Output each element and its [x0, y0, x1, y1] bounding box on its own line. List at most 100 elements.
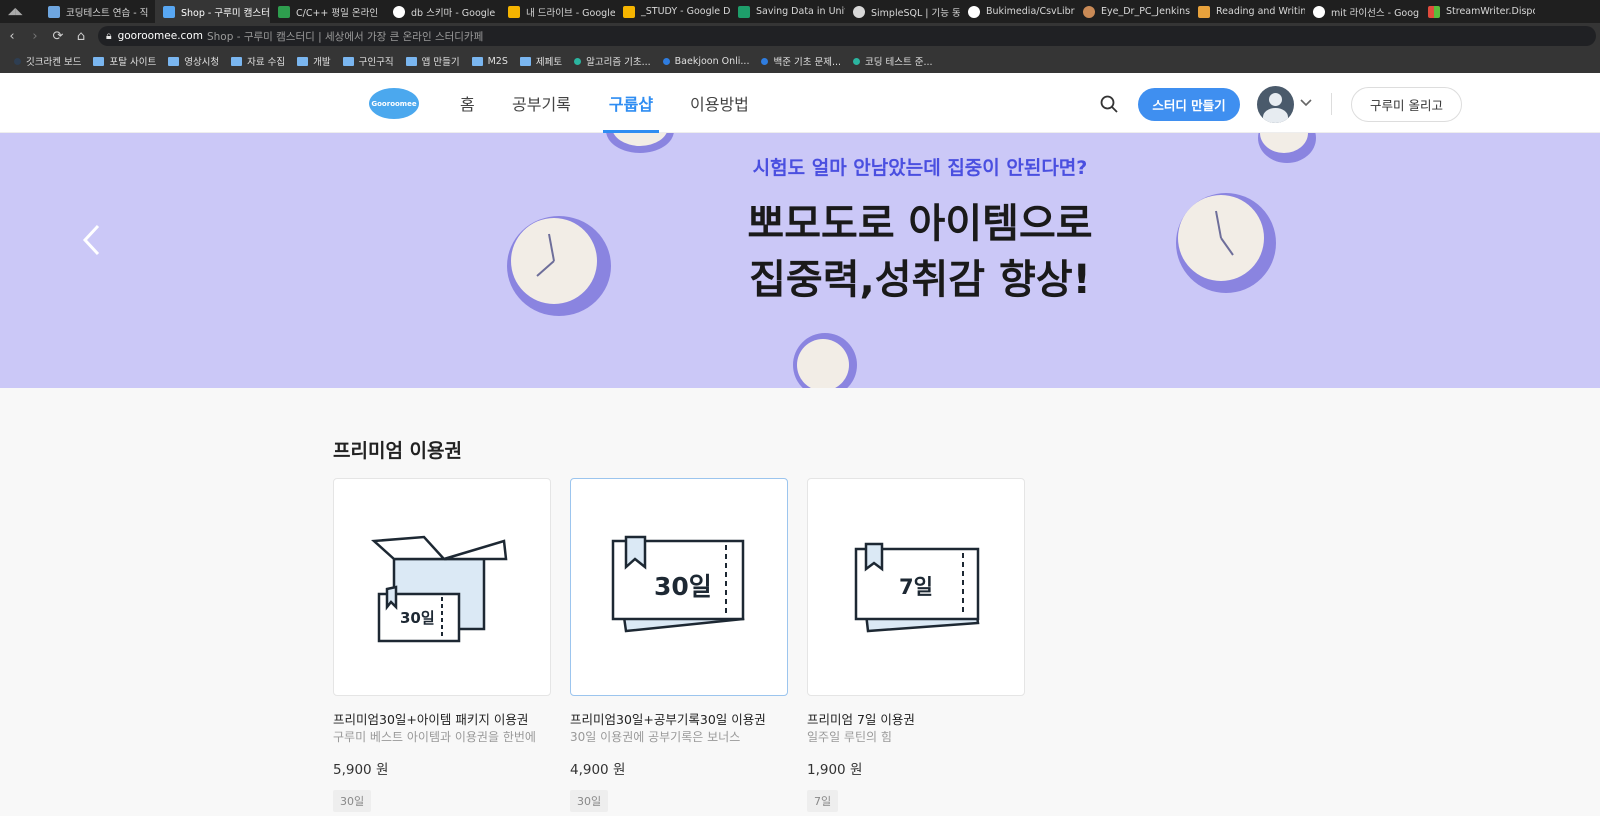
- clock-face: [1260, 133, 1308, 153]
- product-card[interactable]: 30일: [570, 478, 788, 696]
- bookmark-item[interactable]: 깃크라켄 보드: [14, 54, 81, 68]
- folder-icon: [93, 56, 105, 66]
- bookmark-label: 깃크라켄 보드: [26, 57, 82, 68]
- product-duration-tag: 30일: [333, 790, 372, 812]
- bookmark-favicon-icon: [662, 57, 670, 65]
- bookmark-label: M2S: [487, 55, 508, 67]
- product-name[interactable]: 프리미엄30일+공부기록30일 이용권: [570, 709, 766, 728]
- bookmark-label: Baekjoon Onli...: [674, 55, 750, 67]
- browser-tab-active[interactable]: Shop - 구루미 캠스터: [155, 0, 270, 23]
- banner-prev-arrow-icon[interactable]: [80, 223, 102, 257]
- bookmark-item[interactable]: 영상시청: [168, 54, 219, 68]
- product-desc: 일주일 루틴의 힘: [807, 730, 892, 744]
- bookmark-label: 알고리즘 기초...: [586, 57, 651, 68]
- bookmark-label: 포탈 사이트: [109, 57, 157, 68]
- clock-icon: [793, 333, 857, 388]
- bookmark-item[interactable]: 백준 기초 문제...: [761, 54, 841, 68]
- url-field[interactable]: 🔒︎ gooroomee.com Shop - 구루미 캠스터디 | 세상에서 …: [98, 26, 1596, 46]
- bookmark-item[interactable]: 개발: [297, 54, 331, 68]
- avatar[interactable]: [1257, 86, 1294, 123]
- menu-study-record[interactable]: 공부기록: [512, 73, 571, 133]
- create-study-button[interactable]: 스터디 만들기: [1138, 88, 1240, 121]
- folder-icon: [168, 56, 180, 66]
- url-page-title: Shop - 구루미 캠스터디 | 세상에서 가장 큰 온라인 스터디카페: [206, 30, 484, 43]
- tab-favicon-icon: [48, 5, 60, 18]
- product-desc: 30일 이용권에 공부기록은 보너스: [570, 730, 741, 744]
- product-card[interactable]: 30일: [333, 478, 551, 696]
- bookmark-item[interactable]: 포탈 사이트: [93, 54, 156, 68]
- bookmark-label: 백준 기초 문제...: [773, 57, 842, 68]
- browser-tab[interactable]: SimpleSQL | 기능 동: [845, 0, 960, 23]
- browser-tab[interactable]: 코딩테스트 연습 - 직: [40, 0, 155, 23]
- tab-favicon-icon: [1198, 5, 1210, 18]
- bookmark-favicon-icon: [14, 57, 21, 65]
- bookmark-favicon-icon: [853, 57, 861, 65]
- menu-shop-label: 구룹샵: [608, 95, 654, 114]
- forward-icon[interactable]: ›: [24, 25, 46, 47]
- menu-how-to-use[interactable]: 이용방법: [690, 73, 749, 133]
- clock-hands-icon: [536, 233, 555, 277]
- avatar-head: [1269, 93, 1282, 106]
- browser-tab[interactable]: db 스키마 - Google: [385, 0, 500, 23]
- section-title: 프리미엄 이용권: [333, 440, 462, 462]
- bookmark-item[interactable]: 구인구직: [342, 54, 394, 68]
- banner-title: 뽀모도로 아이템으로 집중력,성취감 향상!: [660, 196, 1180, 308]
- header-divider: [1331, 93, 1332, 115]
- menu-home[interactable]: 홈: [460, 73, 475, 133]
- chevron-down-icon[interactable]: [1299, 96, 1313, 110]
- google-icon: [393, 5, 405, 18]
- product-price: 4,900 원: [570, 762, 626, 778]
- back-icon[interactable]: ‹: [1, 25, 23, 47]
- search-icon[interactable]: [1099, 94, 1119, 114]
- product-price: 5,900 원: [333, 762, 389, 778]
- clock-icon: [606, 133, 674, 153]
- browser-tab[interactable]: Eye_Dr_PC_Jenkins [E: [1075, 0, 1190, 23]
- browser-tab[interactable]: StreamWriter.Dispose: [1420, 0, 1535, 23]
- product-name[interactable]: 프리미엄 7일 이용권: [807, 709, 915, 728]
- home-icon[interactable]: ⌂: [70, 25, 92, 47]
- bookmark-favicon-icon: [574, 57, 582, 65]
- tab-favicon-icon: [853, 5, 865, 18]
- browser-tab[interactable]: Saving Data in Unity:: [730, 0, 845, 23]
- tab-favicon-icon: [278, 5, 290, 18]
- browser-tab[interactable]: C/C++ 평일 온라인: [270, 0, 385, 23]
- upload-gooroomee-button[interactable]: 구루미 올리고: [1351, 87, 1462, 122]
- drive-icon: [623, 5, 635, 18]
- menu-shop[interactable]: 구룹샵: [603, 73, 659, 133]
- reload-icon[interactable]: ⟳: [47, 25, 69, 47]
- browser-tab[interactable]: Reading and Writing: [1190, 0, 1305, 23]
- browser-tab[interactable]: mit 라이선스 - Goog: [1305, 0, 1420, 23]
- product-card[interactable]: 7일: [807, 478, 1025, 696]
- github-icon: [968, 5, 980, 18]
- bookmark-item[interactable]: 앱 만들기: [405, 54, 460, 68]
- banner-subtitle: 시험도 얼마 안남았는데 집중이 안된다면?: [752, 157, 1088, 179]
- url-host: gooroomee.com: [117, 30, 203, 42]
- bookmark-item[interactable]: 코딩 테스트 준...: [853, 54, 933, 68]
- ticket-label: 30일: [400, 609, 435, 627]
- bookmark-label: 개발: [313, 57, 331, 68]
- banner-title-line-1: 뽀모도로 아이템으로: [747, 201, 1093, 247]
- folder-icon: [471, 56, 483, 66]
- folder-icon: [297, 56, 309, 66]
- folder-icon: [342, 56, 354, 66]
- bookmark-item[interactable]: 자료 수집: [231, 54, 285, 68]
- tab-favicon-icon: [738, 5, 750, 18]
- tab-overflow[interactable]: ◢◣: [0, 0, 40, 23]
- bookmark-item[interactable]: M2S: [471, 55, 508, 67]
- avatar-body: [1263, 108, 1288, 123]
- product-name[interactable]: 프리미엄30일+아이템 패키지 이용권: [333, 709, 528, 728]
- package-box-icon: [371, 535, 508, 643]
- clock-face: [612, 133, 668, 146]
- jenkins-icon: [1083, 5, 1095, 18]
- bookmark-label: 코딩 테스트 준...: [865, 57, 933, 68]
- clock-face: [797, 339, 849, 388]
- bookmark-item[interactable]: Baekjoon Onli...: [662, 55, 750, 67]
- bookmark-label: 앱 만들기: [421, 57, 460, 68]
- drive-icon: [508, 5, 520, 18]
- browser-tab[interactable]: _STUDY - Google Dri: [615, 0, 730, 23]
- microsoft-icon: [1428, 5, 1440, 18]
- bookmark-item[interactable]: 제페토: [519, 54, 562, 68]
- bookmark-item[interactable]: 알고리즘 기초...: [574, 54, 651, 68]
- browser-tab[interactable]: Bukimedia/CsvLibrary: [960, 0, 1075, 23]
- browser-tab[interactable]: 내 드라이브 - Google: [500, 0, 615, 23]
